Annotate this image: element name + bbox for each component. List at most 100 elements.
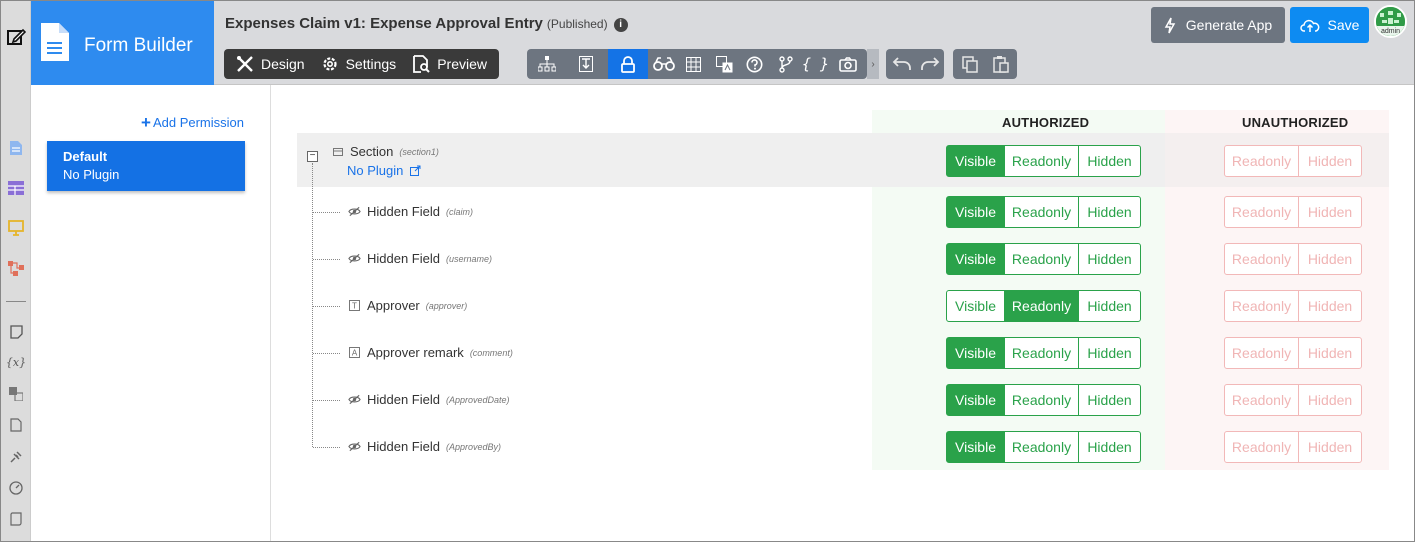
authorized-permission-toggle: Visible Readonly Hidden — [946, 384, 1141, 416]
tree-branch — [313, 353, 340, 354]
field-2-readonly-button[interactable]: Readonly — [1004, 290, 1079, 322]
sitemap-icon[interactable] — [530, 49, 563, 79]
edit-icon[interactable] — [6, 27, 26, 47]
redo-icon[interactable] — [915, 49, 944, 79]
script-icon[interactable] — [6, 509, 26, 529]
userview-icon[interactable] — [6, 218, 26, 238]
authorized-permission-toggle: Visible Readonly Hidden — [946, 431, 1141, 463]
lock-icon[interactable] — [608, 49, 648, 79]
field-2-hidden-button[interactable]: Hidden — [1078, 290, 1141, 322]
field-0-readonly-button[interactable]: Readonly — [1004, 196, 1079, 228]
save-button[interactable]: Save — [1290, 7, 1369, 43]
field-5-unauth-hidden-button[interactable]: Hidden — [1298, 431, 1362, 463]
field-5-hidden-button[interactable]: Hidden — [1078, 431, 1141, 463]
section-name: Section — [350, 144, 394, 159]
help-icon[interactable] — [738, 49, 771, 79]
field-3-visible-button[interactable]: Visible — [946, 337, 1005, 369]
plugin-icon[interactable] — [6, 447, 26, 467]
field-5-unauth-readonly-button[interactable]: Readonly — [1224, 431, 1299, 463]
field-4-visible-button[interactable]: Visible — [946, 384, 1005, 416]
permission-name: Default — [63, 149, 108, 164]
authorized-permission-toggle: Visible Readonly Hidden — [946, 196, 1141, 228]
field-5-visible-button[interactable]: Visible — [946, 431, 1005, 463]
datalist-icon[interactable] — [6, 178, 26, 198]
top-bar: Expenses Claim v1: Expense Approval Entr… — [214, 1, 1414, 85]
collapse-icon[interactable]: − — [307, 151, 318, 162]
form-status: (Published) — [546, 17, 608, 31]
field-3-readonly-button[interactable]: Readonly — [1004, 337, 1079, 369]
tree-branch — [313, 306, 340, 307]
field-1-unauth-readonly-button[interactable]: Readonly — [1224, 243, 1299, 275]
form-builder-icon — [39, 22, 70, 66]
translate-icon[interactable] — [708, 49, 741, 79]
tab-design[interactable]: Design — [228, 49, 313, 79]
authorized-permission-toggle: Visible Readonly Hidden — [946, 243, 1141, 275]
chevron-right-icon[interactable]: › — [867, 49, 879, 79]
unauthorized-permission-toggle: Readonly Hidden — [1224, 196, 1362, 228]
clipboard-group — [953, 49, 1017, 79]
grid-icon[interactable] — [677, 49, 710, 79]
tree-line — [312, 163, 313, 447]
field-5-readonly-button[interactable]: Readonly — [1004, 431, 1079, 463]
field-4-readonly-button[interactable]: Readonly — [1004, 384, 1079, 416]
authorized-permission-toggle: Visible Readonly Hidden — [946, 145, 1141, 177]
branch-icon[interactable] — [769, 49, 802, 79]
field-0-unauth-hidden-button[interactable]: Hidden — [1298, 196, 1362, 228]
field-id: (ApprovedDate) — [446, 394, 510, 405]
tab-preview[interactable]: Preview — [404, 49, 495, 79]
field-2-unauth-hidden-button[interactable]: Hidden — [1298, 290, 1362, 322]
generate-app-label: Generate App — [1185, 17, 1273, 33]
section-readonly-button[interactable]: Readonly — [1004, 145, 1079, 177]
tab-settings[interactable]: Settings — [313, 49, 405, 79]
copy-icon[interactable] — [955, 49, 984, 79]
section-visible-button[interactable]: Visible — [946, 145, 1005, 177]
tree-branch — [313, 259, 340, 260]
rail-divider — [6, 301, 26, 302]
field-row-label: Hidden Field (ApprovedBy) — [348, 439, 501, 454]
note-icon[interactable] — [6, 322, 26, 342]
field-id: (claim) — [446, 206, 473, 217]
field-3-hidden-button[interactable]: Hidden — [1078, 337, 1141, 369]
avatar[interactable]: admin — [1374, 5, 1407, 38]
field-0-unauth-readonly-button[interactable]: Readonly — [1224, 196, 1299, 228]
section-plugin-link[interactable]: No Plugin — [347, 163, 421, 178]
generate-app-button[interactable]: Generate App — [1151, 7, 1285, 43]
field-2-visible-button[interactable]: Visible — [946, 290, 1005, 322]
field-2-unauth-readonly-button[interactable]: Readonly — [1224, 290, 1299, 322]
field-0-visible-button[interactable]: Visible — [946, 196, 1005, 228]
gauge-icon[interactable] — [6, 478, 26, 498]
permission-item-default[interactable]: Default No Plugin — [47, 141, 245, 191]
section-unauth-hidden-button[interactable]: Hidden — [1298, 145, 1362, 177]
section-hidden-button[interactable]: Hidden — [1078, 145, 1141, 177]
import-export-icon[interactable] — [569, 49, 602, 79]
form-title: Expenses Claim v1: Expense Approval Entr… — [225, 15, 628, 32]
hidden-eye-icon — [348, 205, 361, 218]
field-1-readonly-button[interactable]: Readonly — [1004, 243, 1079, 275]
save-label: Save — [1327, 17, 1360, 33]
field-3-unauth-readonly-button[interactable]: Readonly — [1224, 337, 1299, 369]
bolt-icon — [1164, 17, 1176, 33]
paste-icon[interactable] — [986, 49, 1015, 79]
binoculars-icon[interactable] — [647, 49, 680, 79]
field-row-label: Hidden Field (username) — [348, 251, 492, 266]
camera-icon[interactable] — [831, 49, 864, 79]
tab-design-label: Design — [261, 56, 305, 72]
field-4-unauth-readonly-button[interactable]: Readonly — [1224, 384, 1299, 416]
field-4-unauth-hidden-button[interactable]: Hidden — [1298, 384, 1362, 416]
translate-rail-icon[interactable] — [6, 384, 26, 404]
field-1-visible-button[interactable]: Visible — [946, 243, 1005, 275]
section-unauth-readonly-button[interactable]: Readonly — [1224, 145, 1299, 177]
info-icon[interactable]: i — [613, 18, 628, 32]
add-permission-link[interactable]: + Add Permission — [141, 113, 244, 133]
field-4-hidden-button[interactable]: Hidden — [1078, 384, 1141, 416]
field-3-unauth-hidden-button[interactable]: Hidden — [1298, 337, 1362, 369]
process-icon[interactable] — [6, 258, 26, 278]
braces-icon[interactable]: { } — [799, 49, 832, 79]
pdf-icon[interactable] — [6, 415, 26, 435]
form-icon[interactable] — [6, 138, 26, 158]
undo-icon[interactable] — [887, 49, 916, 79]
field-1-unauth-hidden-button[interactable]: Hidden — [1298, 243, 1362, 275]
variable-icon[interactable]: {x} — [6, 352, 26, 372]
field-1-hidden-button[interactable]: Hidden — [1078, 243, 1141, 275]
field-0-hidden-button[interactable]: Hidden — [1078, 196, 1141, 228]
